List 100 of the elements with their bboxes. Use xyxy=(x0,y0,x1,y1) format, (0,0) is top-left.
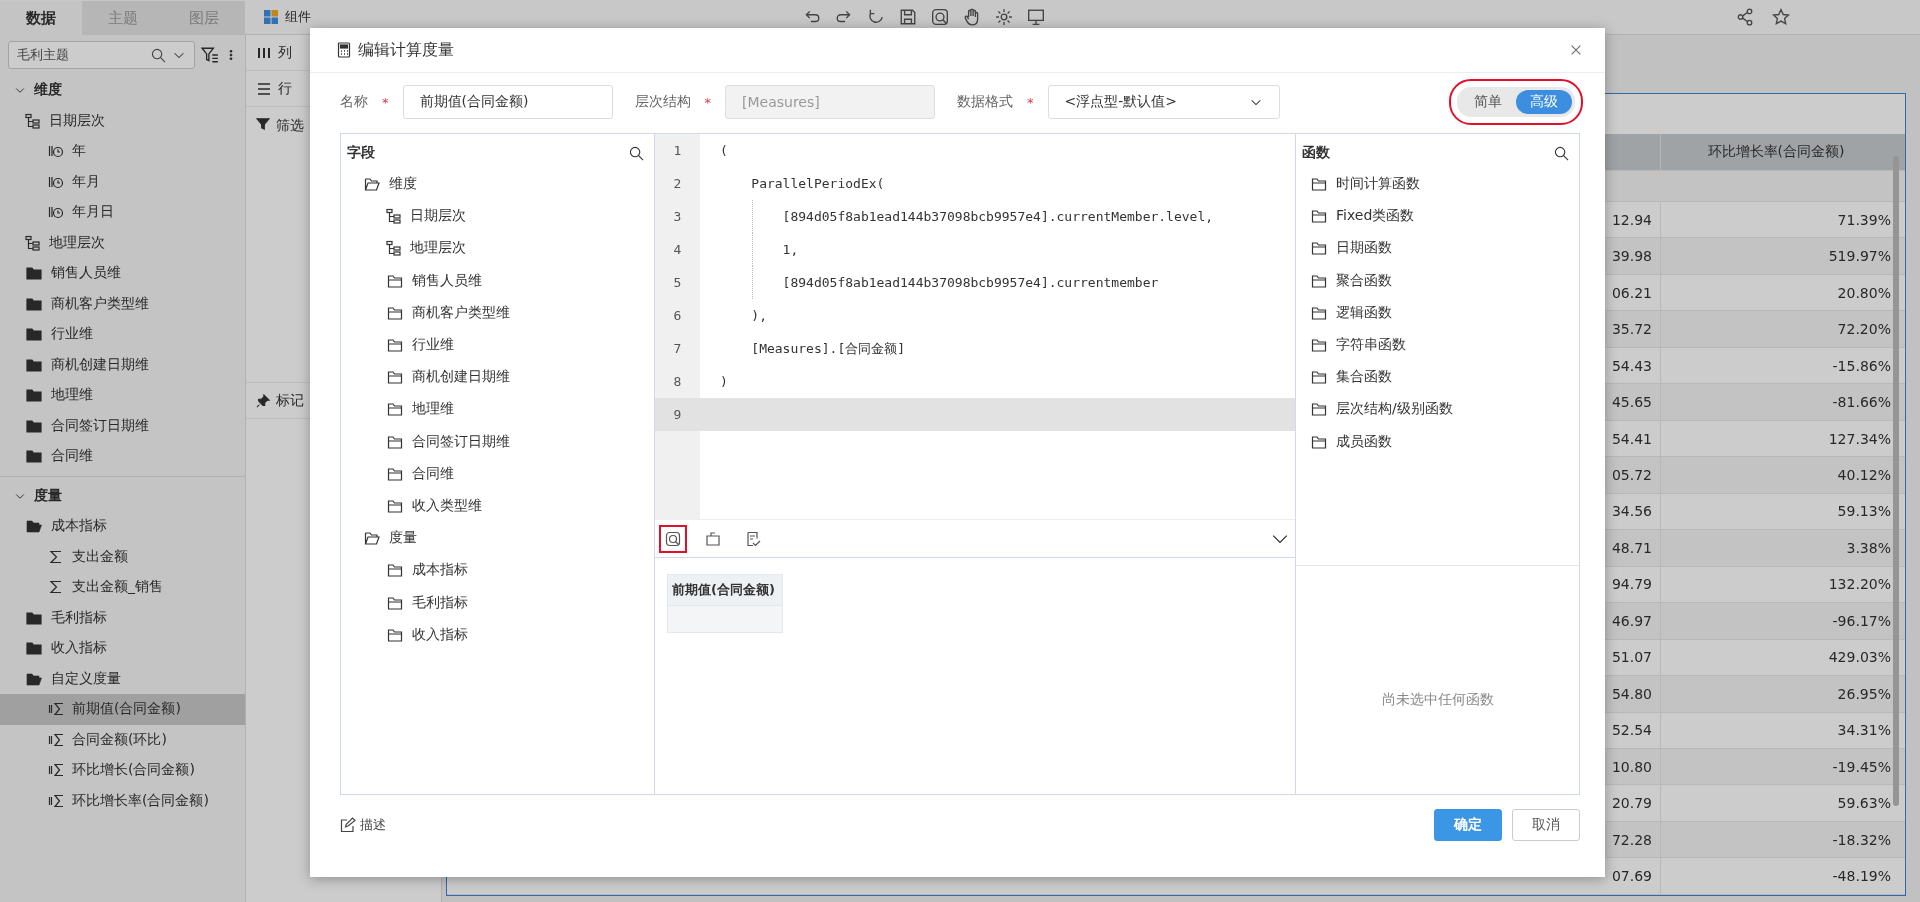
folder-icon xyxy=(1310,240,1328,257)
code-line: ParallelPeriodEx( xyxy=(750,175,886,193)
field-tree-item[interactable]: 合同签订日期维 xyxy=(341,425,654,458)
tree-item[interactable]: 环比增长率(合同金额) xyxy=(0,785,245,816)
tree-item[interactable]: 商机创建日期维 xyxy=(0,349,245,380)
hierarchy-icon xyxy=(25,112,41,129)
field-tree-item[interactable]: 商机客户类型维 xyxy=(341,296,654,329)
tree-item[interactable]: 合同维 xyxy=(0,441,245,472)
field-tree-item[interactable]: 收入指标 xyxy=(341,618,654,651)
editor-tool-button[interactable] xyxy=(661,526,685,551)
field-tree-item[interactable]: 销售人员维 xyxy=(341,264,654,297)
field-tree-item[interactable]: 收入类型维 xyxy=(341,489,654,523)
tree-item[interactable]: 合同签订日期维 xyxy=(0,410,245,441)
folder-icon xyxy=(386,465,404,482)
settings-icon[interactable] xyxy=(994,8,1013,26)
search-icon[interactable] xyxy=(151,47,166,63)
folder-icon xyxy=(386,369,404,386)
table-cell: 35.72 xyxy=(1611,321,1652,338)
document-check-icon xyxy=(745,530,761,547)
function-category[interactable]: 时间计算函数 xyxy=(1296,168,1579,201)
field-tree-item[interactable]: 日期层次 xyxy=(341,200,654,233)
subject-select[interactable]: 毛利主题 xyxy=(8,41,195,69)
field-tree-item[interactable]: 商机创建日期维 xyxy=(341,361,654,394)
tree-item[interactable]: 地理维 xyxy=(0,380,245,411)
refresh-icon[interactable] xyxy=(866,8,885,26)
function-category[interactable]: 字符串函数 xyxy=(1296,328,1579,362)
box-icon xyxy=(705,530,721,547)
component-label: 组件 xyxy=(285,8,311,26)
code-editor[interactable]: 1 ( 2 ParallelPeriodEx( 3 [894d05f8ab1ead144b37098bcb9957e4].currentMember.level, 4 1, 5 [894d05f8ab1ead144b37098bcb9957e4].currentmember 6 ), 7 [Measures].[合同金额] 8 ) 9 xyxy=(655,134,1295,519)
field-tree-item[interactable]: 毛利指标 xyxy=(341,586,654,619)
save-icon[interactable] xyxy=(898,8,917,26)
tree-group-row[interactable]: 度量 xyxy=(0,480,245,511)
tree-group-row[interactable]: 维度 xyxy=(0,75,245,106)
line-number: 6 xyxy=(672,308,683,323)
component-button[interactable]: 组件 xyxy=(255,8,311,26)
scrollbar[interactable] xyxy=(1893,156,1899,806)
sidebar-tab[interactable]: 数据 xyxy=(0,1,82,35)
cancel-button[interactable]: 取消 xyxy=(1512,809,1580,841)
monitor-icon[interactable] xyxy=(1026,8,1045,26)
table-cell: 39.98 xyxy=(1611,248,1652,265)
star-icon[interactable] xyxy=(1772,8,1790,26)
level-icon xyxy=(48,204,64,221)
function-category[interactable]: 日期函数 xyxy=(1296,232,1579,265)
share-icon[interactable] xyxy=(1736,8,1754,26)
field-label: 名称 xyxy=(340,93,368,111)
mode-option[interactable]: 简单 xyxy=(1460,90,1516,114)
folder-icon xyxy=(386,304,404,321)
function-category[interactable]: 聚合函数 xyxy=(1296,264,1579,297)
tree-item[interactable]: 收入指标 xyxy=(0,633,245,664)
field-tree-item[interactable]: 维度 xyxy=(341,168,654,201)
tree-item[interactable]: 自定义度量 xyxy=(0,663,245,694)
sigma-icon xyxy=(48,579,64,596)
search-icon[interactable] xyxy=(629,145,644,161)
function-category[interactable]: Fixed类函数 xyxy=(1296,200,1579,233)
filter-icon xyxy=(256,117,270,131)
table-cell: 52.54 xyxy=(1611,722,1652,739)
field-tree-item[interactable]: 地理层次 xyxy=(341,232,654,265)
hand-icon[interactable] xyxy=(962,8,981,26)
tree-item[interactable]: 地理层次 xyxy=(0,227,245,258)
code-line: ) xyxy=(719,373,729,391)
folder-icon xyxy=(386,626,404,643)
folder-icon xyxy=(1310,337,1328,354)
tree-item[interactable]: 环比增长(合同金额) xyxy=(0,755,245,786)
table-cell: 20.80% xyxy=(1837,284,1891,301)
line-number: 8 xyxy=(672,374,683,389)
tree-item[interactable]: 年 xyxy=(0,136,245,167)
tree-item[interactable]: 前期值(合同金额) xyxy=(0,694,245,725)
table-cell: 34.31% xyxy=(1837,722,1891,739)
search-icon[interactable] xyxy=(1554,145,1569,161)
tree-item[interactable]: 商机客户类型维 xyxy=(0,288,245,319)
format-select[interactable]: <浮点型-默认值> xyxy=(1047,85,1280,119)
name-input[interactable]: 前期值(合同金额) xyxy=(402,85,613,119)
tree-item[interactable]: 支出金额 xyxy=(0,541,245,572)
tree-item[interactable]: 成本指标 xyxy=(0,511,245,542)
field-tree-item[interactable]: 行业维 xyxy=(341,328,654,362)
tree-item[interactable]: 毛利指标 xyxy=(0,602,245,633)
line-number: 4 xyxy=(672,242,683,257)
tree-item[interactable]: 行业维 xyxy=(0,319,245,350)
tree-item[interactable]: 日期层次 xyxy=(0,105,245,136)
line-number: 5 xyxy=(672,275,683,290)
field-tree-item[interactable]: 度量 xyxy=(341,522,654,555)
required-mark: * xyxy=(704,94,711,110)
tree-item[interactable]: 年月 xyxy=(0,166,245,197)
tree-item[interactable]: 销售人员维 xyxy=(0,258,245,289)
filter-icon[interactable] xyxy=(201,46,219,64)
preview-icon[interactable] xyxy=(930,8,949,26)
field-tree-item[interactable]: 合同维 xyxy=(341,457,654,490)
function-category[interactable]: 层次结构/级别函数 xyxy=(1296,393,1579,426)
tree-item[interactable]: 支出金额_销售 xyxy=(0,572,245,603)
field-tree-item[interactable]: 成本指标 xyxy=(341,554,654,587)
describe-link[interactable]: 描述 xyxy=(340,816,386,834)
table-cell: 12.94 xyxy=(1611,211,1652,228)
field-tree-item[interactable]: 地理维 xyxy=(341,393,654,426)
line-number: 1 xyxy=(672,143,683,158)
tree-item[interactable]: 年月日 xyxy=(0,197,245,228)
close-icon xyxy=(1569,43,1583,57)
function-category[interactable]: 成员函数 xyxy=(1296,425,1579,458)
function-category[interactable]: 集合函数 xyxy=(1296,361,1579,394)
line-number: 3 xyxy=(672,209,683,224)
function-category[interactable]: 逻辑函数 xyxy=(1296,296,1579,329)
